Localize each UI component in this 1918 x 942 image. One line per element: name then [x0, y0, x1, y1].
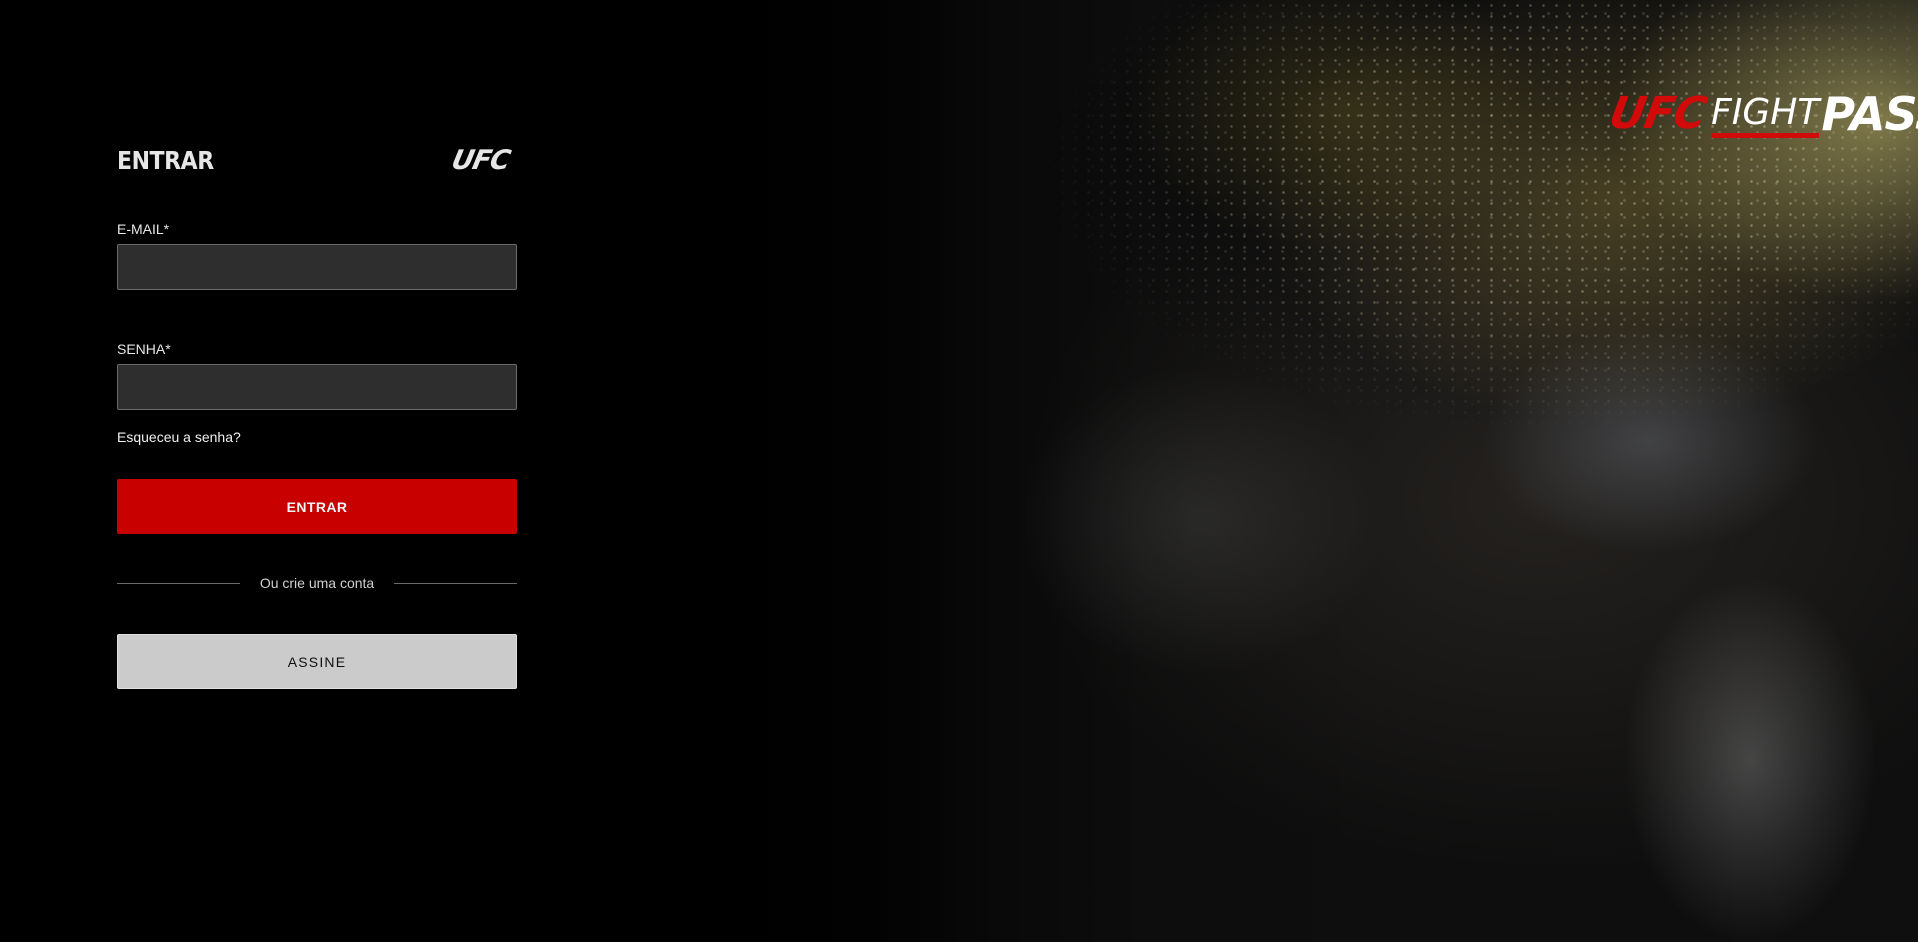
divider-line-left: [117, 582, 240, 584]
forgot-password-link[interactable]: Esqueceu a senha?: [117, 429, 241, 445]
create-account-divider: Ou crie uma conta: [117, 575, 518, 591]
password-field[interactable]: [117, 364, 517, 410]
background-fade: [640, 0, 1000, 942]
login-header: ENTRAR UFC: [117, 140, 519, 180]
email-label: E-MAIL*: [117, 221, 170, 237]
divider-text: Ou crie uma conta: [259, 575, 375, 591]
fight-pass-logo-fight: FIGHT: [1711, 93, 1820, 138]
ufc-fight-pass-logo: UFC FIGHT PASS: [1606, 78, 1918, 141]
fight-pass-logo-ufc: UFC: [1605, 88, 1710, 139]
password-group: SENHA*: [117, 341, 519, 410]
login-panel: ENTRAR UFC E-MAIL* SENHA* Esqueceu a sen…: [117, 140, 519, 689]
email-field[interactable]: [117, 244, 517, 290]
login-button[interactable]: ENTRAR: [117, 479, 517, 534]
fight-pass-logo-pass: PASS: [1821, 87, 1918, 141]
login-page: UFC FIGHT PASS ENTRAR UFC E-MAIL* SENHA*…: [0, 0, 1918, 942]
email-group: E-MAIL*: [117, 221, 519, 290]
page-title: ENTRAR: [117, 145, 214, 175]
divider-line-right: [394, 582, 518, 584]
subscribe-button[interactable]: ASSINE: [117, 634, 517, 689]
ufc-logo: UFC: [448, 144, 513, 176]
password-label: SENHA*: [117, 341, 171, 357]
